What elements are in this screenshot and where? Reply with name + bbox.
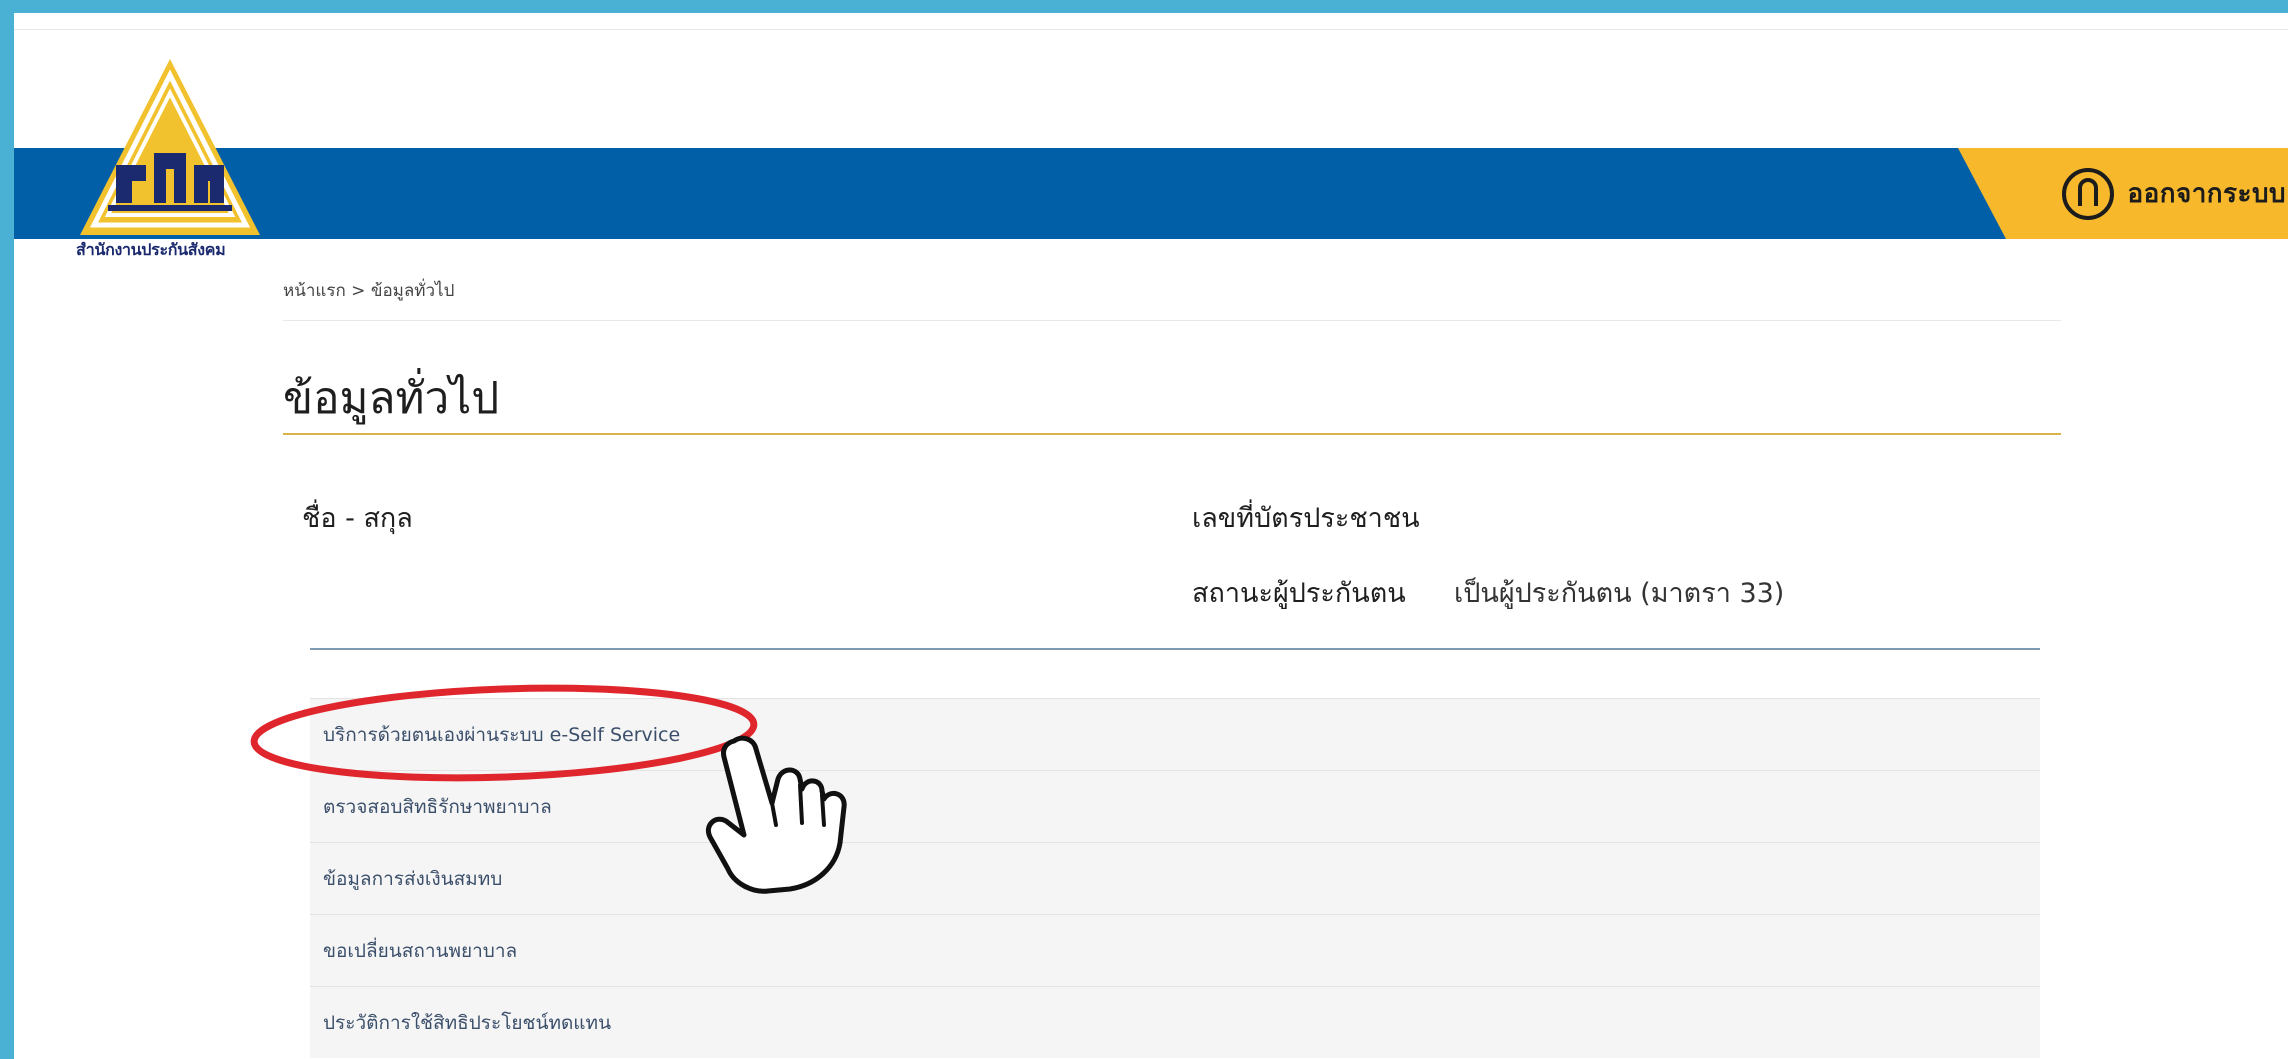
info-divider — [310, 648, 2040, 650]
menu-item-contribution-info[interactable]: ข้อมูลการส่งเงินสมทบ — [310, 842, 2040, 914]
breadcrumb-current: ข้อมูลทั่วไป — [370, 281, 455, 301]
menu-item-label: ตรวจสอบสิทธิรักษาพยาบาล — [323, 795, 552, 818]
logout-button[interactable]: ออกจากระบบ — [1958, 148, 2288, 239]
id-card-label: เลขที่บัตรประชาชน — [1192, 503, 1420, 534]
menu-item-check-medical-rights[interactable]: ตรวจสอบสิทธิรักษาพยาบาล — [310, 770, 2040, 842]
menu-item-label: ขอเปลี่ยนสถานพยาบาล — [323, 939, 518, 962]
sso-logo-icon — [80, 59, 260, 235]
menu-item-label: ประวัติการใช้สิทธิประโยชน์ทดแทน — [323, 1011, 612, 1034]
logout-label: ออกจากระบบ — [2127, 179, 2286, 209]
logo-caption: สำนักงานประกันสังคม — [76, 240, 226, 259]
menu-item-label: ข้อมูลการส่งเงินสมทบ — [323, 867, 503, 890]
page-frame: สำนักงานประกันสังคม ออกจากระบบ หน้าแรก >… — [14, 13, 2288, 1059]
breadcrumb: หน้าแรก > ข้อมูลทั่วไป — [283, 277, 454, 304]
header-bar — [14, 148, 2288, 239]
breadcrumb-separator: > — [351, 281, 366, 301]
menu-item-label: บริการด้วยตนเองผ่านระบบ e-Self Service — [323, 723, 681, 746]
sso-logo[interactable] — [76, 53, 264, 253]
power-icon — [2060, 166, 2116, 222]
insured-status-value: เป็นผู้ประกันตน (มาตรา 33) — [1454, 578, 1785, 609]
top-divider — [14, 29, 2288, 30]
service-menu: บริการด้วยตนเองผ่านระบบ e-Self Service ต… — [310, 698, 2040, 1058]
menu-item-benefit-history[interactable]: ประวัติการใช้สิทธิประโยชน์ทดแทน — [310, 986, 2040, 1058]
breadcrumb-home[interactable]: หน้าแรก — [283, 281, 346, 301]
insured-status-label: สถานะผู้ประกันตน — [1192, 578, 1406, 609]
title-underline — [283, 433, 2061, 435]
name-label: ชื่อ - สกุล — [302, 503, 413, 534]
menu-item-e-self-service[interactable]: บริการด้วยตนเองผ่านระบบ e-Self Service — [310, 698, 2040, 770]
breadcrumb-divider — [283, 320, 2061, 321]
page-title: ข้อมูลทั่วไป — [283, 373, 500, 424]
menu-item-change-hospital[interactable]: ขอเปลี่ยนสถานพยาบาล — [310, 914, 2040, 986]
